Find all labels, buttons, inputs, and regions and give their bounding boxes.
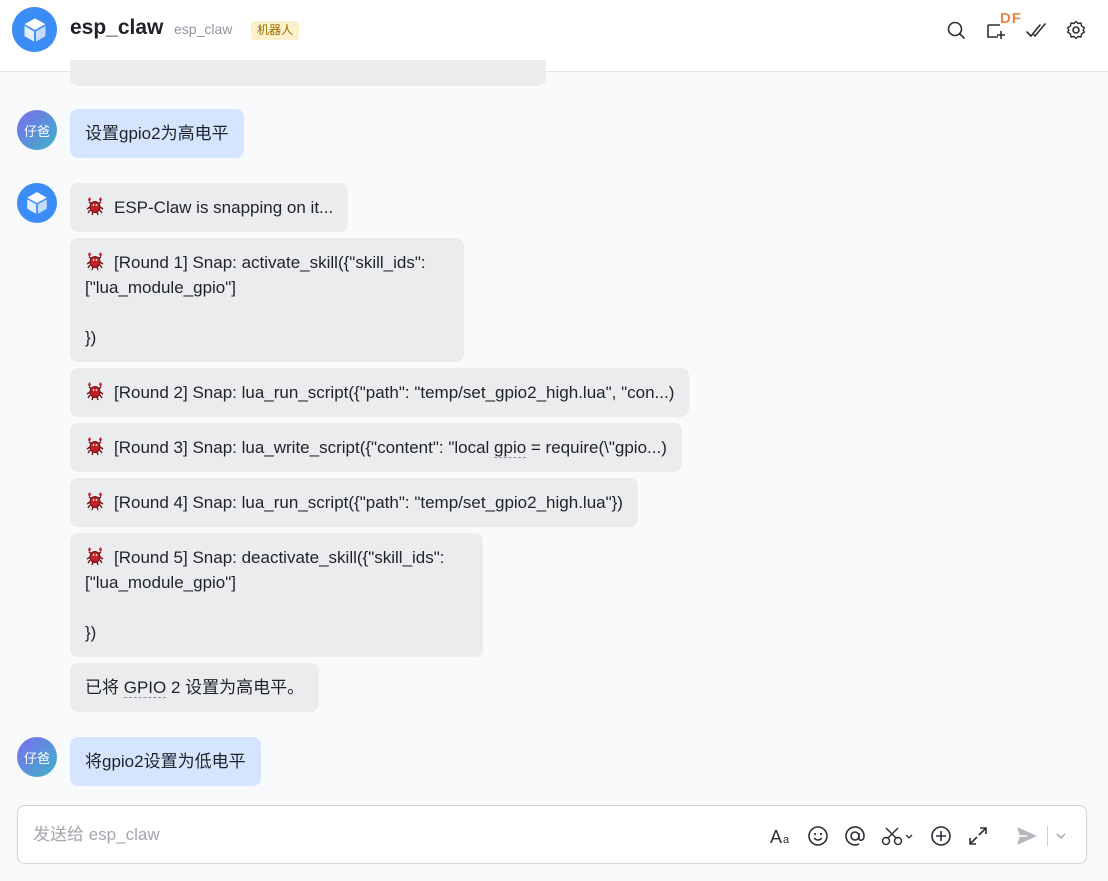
bot-round-message: [Round 2] Snap: lua_run_script({"path": … — [70, 368, 690, 417]
spellcheck-word[interactable]: GPIO — [123, 678, 167, 698]
crab-icon — [85, 436, 105, 456]
checkmark-icon[interactable] — [1024, 18, 1048, 42]
chat-title[interactable]: esp_claw — [70, 16, 163, 40]
search-icon[interactable] — [944, 18, 968, 42]
chevron-down-icon[interactable] — [1052, 823, 1070, 849]
bot-round-message: [Round 1] Snap: activate_skill({"skill_i… — [70, 238, 464, 362]
bot-avatar-small[interactable] — [17, 183, 57, 223]
result-text-tail: 2 设置为高电平。 — [166, 678, 305, 697]
bot-status-message: ESP-Claw is snapping on it... — [70, 183, 349, 232]
round-3-text: [Round 3] Snap: lua_write_script({"conte… — [114, 438, 495, 457]
user-message: 将gpio2设置为低电平 — [70, 737, 261, 786]
mention-icon[interactable] — [842, 823, 868, 849]
spellcheck-word[interactable]: gpio — [494, 438, 527, 458]
divider — [1047, 826, 1048, 846]
crab-icon — [85, 251, 105, 271]
round-2-text: [Round 2] Snap: lua_run_script({"path": … — [114, 383, 675, 402]
svg-text:a: a — [783, 834, 790, 846]
user-message: 设置gpio2为高电平 — [70, 109, 244, 158]
send-icon[interactable] — [1014, 823, 1040, 849]
bot-status-text: ESP-Claw is snapping on it... — [114, 198, 334, 217]
user-avatar[interactable]: 仔爸 — [17, 110, 57, 150]
bot-round-message: [Round 4] Snap: lua_run_script({"path": … — [70, 478, 638, 527]
expand-icon[interactable] — [965, 823, 991, 849]
crab-icon — [85, 491, 105, 511]
chat-subtitle: esp_claw — [174, 21, 233, 37]
svg-text:A: A — [770, 827, 782, 846]
cube-icon — [24, 190, 50, 216]
bot-round-message: [Round 5] Snap: deactivate_skill({"skill… — [70, 533, 483, 657]
message-composer: Aa — [17, 805, 1087, 864]
crab-icon — [85, 381, 105, 401]
round-4-text: [Round 4] Snap: lua_run_script({"path": … — [114, 493, 623, 512]
round-1-text: [Round 1] Snap: activate_skill({"skill_i… — [85, 253, 426, 347]
bot-result-message: 已将 GPIO 2 设置为高电平。 — [70, 663, 320, 712]
bot-round-message: [Round 3] Snap: lua_write_script({"conte… — [70, 423, 682, 472]
watermark: DF — [1000, 10, 1022, 27]
bot-badge: 机器人 — [251, 21, 300, 40]
message-input[interactable] — [33, 823, 733, 847]
round-5-text: [Round 5] Snap: deactivate_skill({"skill… — [85, 548, 445, 642]
round-3-text-tail: = require(\"gpio...) — [526, 438, 667, 457]
scissors-icon[interactable] — [880, 823, 916, 849]
previous-message-bubble — [70, 60, 546, 86]
result-text: 已将 — [85, 678, 124, 697]
cube-icon — [21, 16, 49, 44]
bot-avatar[interactable] — [12, 7, 57, 52]
add-icon[interactable] — [928, 823, 954, 849]
user-avatar[interactable]: 仔爸 — [17, 737, 57, 777]
settings-icon[interactable] — [1064, 18, 1088, 42]
crab-icon — [85, 196, 105, 216]
font-format-icon[interactable]: Aa — [768, 823, 794, 849]
emoji-icon[interactable] — [805, 823, 831, 849]
crab-icon — [85, 546, 105, 566]
